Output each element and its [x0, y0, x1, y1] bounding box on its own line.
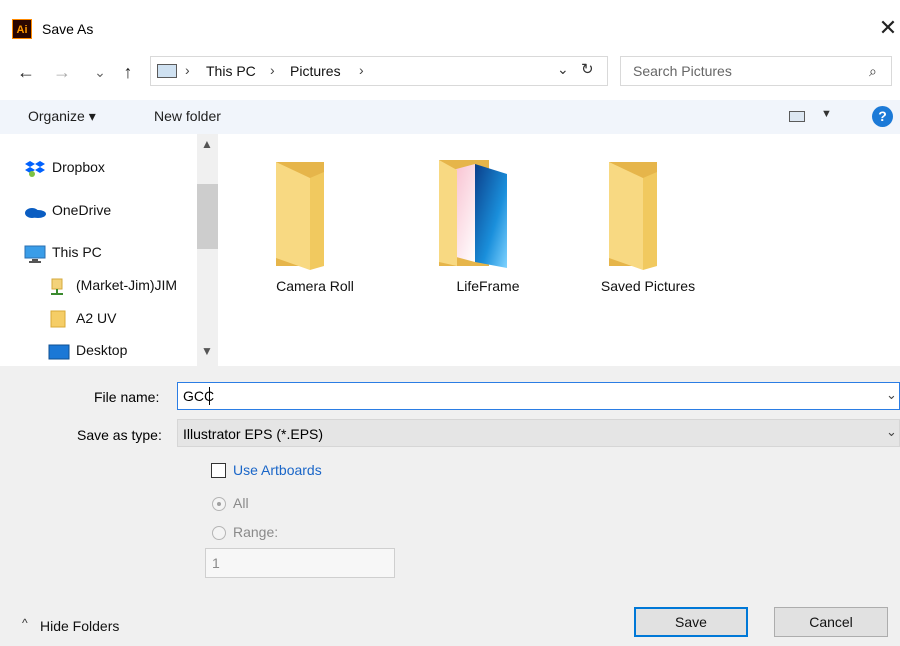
scroll-down-icon[interactable]: ▼ — [201, 344, 213, 358]
sidebar-scrollbar[interactable] — [197, 134, 218, 366]
organize-button[interactable]: Organize ▾ — [28, 108, 96, 125]
refresh-icon[interactable]: ↻ — [581, 60, 594, 78]
forward-arrow-icon[interactable]: → — [50, 58, 74, 86]
save-button[interactable]: Save — [634, 607, 748, 637]
dropbox-icon — [25, 161, 45, 177]
search-input[interactable]: Search Pictures ⌕ — [620, 56, 892, 86]
onedrive-icon — [25, 208, 46, 218]
scroll-up-icon[interactable]: ▲ — [201, 137, 213, 151]
cancel-button[interactable]: Cancel — [774, 607, 888, 637]
hide-folders-chevron-icon[interactable]: ^ — [22, 616, 28, 630]
breadcrumb-this-pc[interactable]: This PC — [206, 63, 256, 79]
save-as-type-select[interactable]: Illustrator EPS (*.EPS) ⌄ — [177, 419, 900, 447]
sidebar-item-this-pc[interactable]: This PC — [0, 239, 196, 267]
new-folder-button[interactable]: New folder — [154, 108, 221, 124]
folder-camera-roll[interactable]: Camera Roll — [250, 154, 380, 314]
sidebar-item-network-drive[interactable]: (Market-Jim)JIM — [0, 272, 196, 300]
all-radio[interactable] — [212, 497, 226, 511]
sidebar-item-label: This PC — [52, 244, 102, 260]
sidebar-item-dropbox[interactable]: Dropbox — [0, 154, 196, 182]
illustrator-app-icon: Ai — [12, 19, 32, 39]
file-name-label: File name: — [94, 389, 160, 405]
breadcrumb-separator[interactable]: › — [359, 62, 364, 78]
address-bar[interactable]: › This PC › Pictures › ⌄ ↻ — [150, 56, 608, 86]
range-radio-label: Range: — [233, 524, 279, 540]
file-name-dropdown-icon[interactable]: ⌄ — [886, 387, 897, 403]
text-cursor — [209, 387, 210, 405]
save-as-type-label: Save as type: — [77, 427, 162, 443]
search-placeholder: Search Pictures — [633, 63, 732, 79]
range-value: 1 — [212, 555, 220, 571]
save-as-type-value: Illustrator EPS (*.EPS) — [183, 426, 324, 442]
use-artboards-checkbox[interactable] — [211, 463, 226, 478]
pc-icon — [24, 245, 46, 263]
breadcrumb-separator: › — [270, 62, 275, 78]
back-arrow-icon[interactable]: ← — [14, 58, 38, 86]
pictures-location-icon — [157, 64, 177, 78]
folder-label: Saved Pictures — [600, 278, 696, 294]
close-icon[interactable]: ✕ — [876, 14, 900, 42]
sidebar-item-label: Desktop — [76, 342, 128, 358]
view-options-chevron-icon[interactable]: ▼ — [821, 108, 832, 120]
radio-selected-dot — [217, 502, 221, 506]
folder-icon — [609, 162, 657, 270]
use-artboards-label[interactable]: Use Artboards — [233, 462, 322, 478]
recent-locations-chevron-icon[interactable]: ⌄ — [92, 58, 108, 86]
folder-label: Camera Roll — [276, 278, 354, 294]
desktop-icon — [48, 344, 70, 360]
change-view-icon[interactable] — [789, 111, 805, 122]
sidebar-item-onedrive[interactable]: OneDrive — [0, 197, 196, 225]
folder-icon — [276, 162, 324, 270]
window-title: Save As — [42, 21, 94, 37]
save-as-type-dropdown-icon[interactable]: ⌄ — [886, 424, 897, 440]
range-radio[interactable] — [212, 526, 226, 540]
up-arrow-icon[interactable]: ↑ — [116, 58, 140, 86]
search-icon[interactable]: ⌕ — [869, 63, 877, 80]
sidebar-item-label: OneDrive — [52, 202, 112, 218]
navigation-pane: Dropbox OneDrive This PC (Market-Jim)JIM… — [0, 134, 218, 366]
sidebar-scrollbar-thumb[interactable] — [197, 184, 218, 249]
range-input[interactable]: 1 — [205, 548, 395, 578]
sidebar-item-label: Dropbox — [52, 159, 105, 175]
sidebar-item-a2-uv[interactable]: A2 UV — [0, 305, 196, 333]
folder-lifeframe[interactable]: LifeFrame — [423, 154, 553, 314]
address-dropdown-icon[interactable]: ⌄ — [557, 61, 569, 78]
sidebar-item-label: (Market-Jim)JIM — [76, 277, 178, 293]
breadcrumb-pictures[interactable]: Pictures — [290, 63, 341, 79]
folder-saved-pictures[interactable]: Saved Pictures — [583, 154, 713, 314]
sidebar-item-label: A2 UV — [76, 310, 117, 326]
command-toolbar: Organize ▾ New folder ▼ ? — [0, 100, 900, 134]
file-name-input[interactable]: GCC ⌄ — [177, 382, 900, 410]
all-radio-label: All — [233, 495, 249, 511]
folder-label: LifeFrame — [456, 278, 520, 294]
folder-icon — [50, 310, 66, 328]
sidebar-item-desktop[interactable]: Desktop — [0, 337, 196, 365]
help-icon[interactable]: ? — [872, 106, 893, 127]
breadcrumb-separator: › — [185, 62, 190, 78]
lifeframe-folder-icon — [439, 160, 507, 268]
network-drive-icon — [51, 278, 63, 295]
hide-folders-button[interactable]: Hide Folders — [40, 618, 119, 634]
